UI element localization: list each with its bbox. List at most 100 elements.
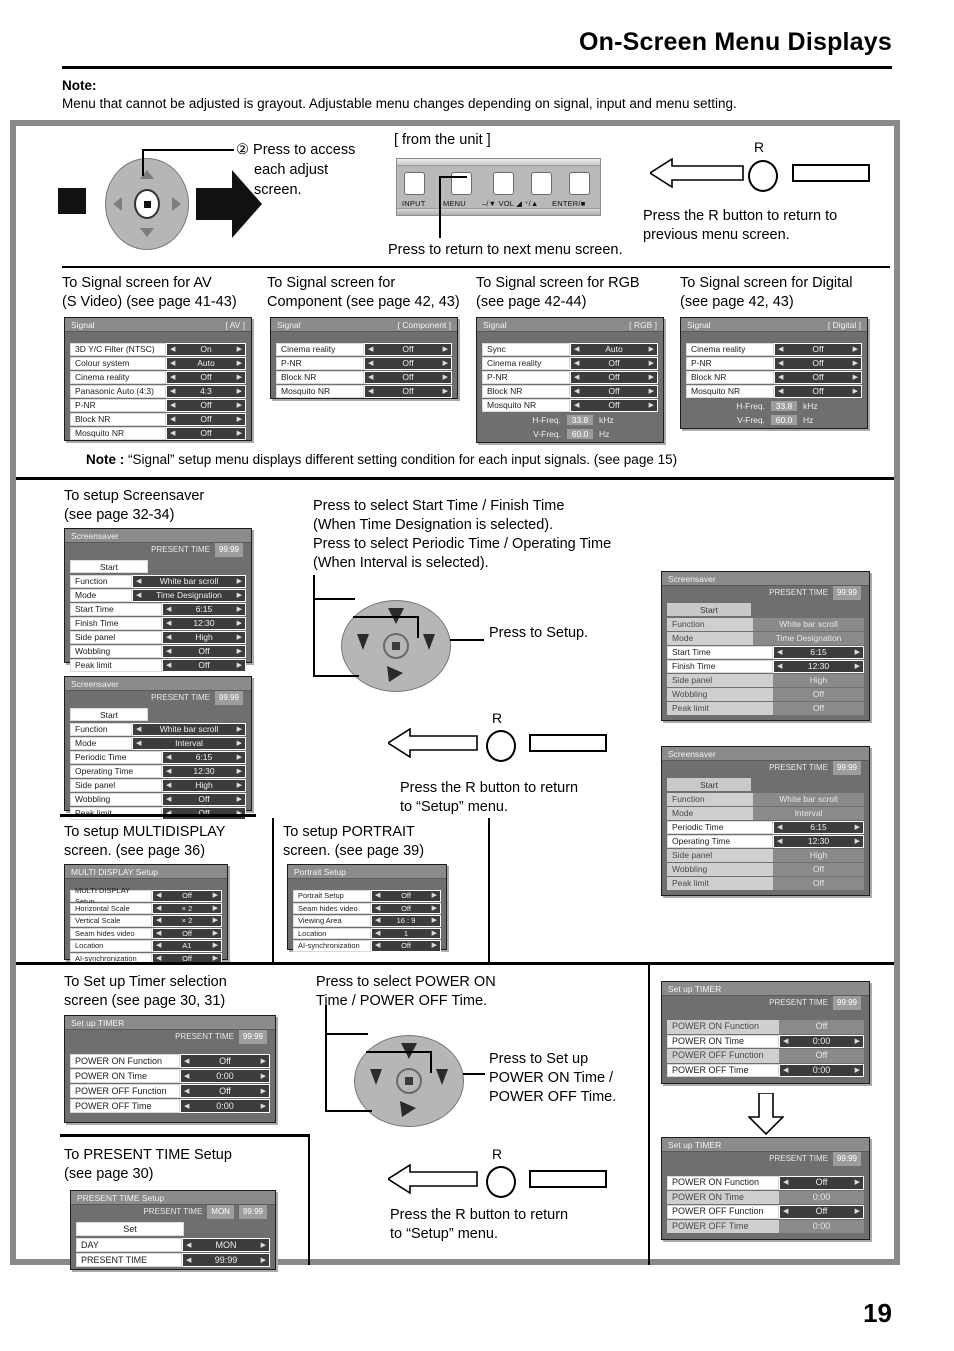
- remote-joypad-screensaver[interactable]: [341, 600, 451, 692]
- left-arrow-icon[interactable]: ◀: [368, 386, 373, 397]
- start-button[interactable]: Start: [70, 560, 148, 573]
- left-arrow-icon[interactable]: ◀: [368, 372, 373, 383]
- osd-row[interactable]: Periodic Time ◀ 6:15 ▶: [70, 751, 246, 764]
- osd-row-value[interactable]: ◀Off▶: [570, 385, 658, 398]
- right-arrow-icon[interactable]: ▶: [237, 576, 242, 587]
- osd-row[interactable]: AI-synchronization ◀ Off ▶: [293, 940, 441, 952]
- right-arrow-icon[interactable]: ▶: [237, 414, 242, 425]
- right-arrow-icon[interactable]: ▶: [855, 1065, 860, 1076]
- osd-row-value[interactable]: ◀Off▶: [570, 371, 658, 384]
- left-arrow-icon[interactable]: ◀: [777, 836, 782, 847]
- osd-signal-digital[interactable]: Signal [ Digital ] Cinema reality ◀ Off ▶ P…: [680, 317, 868, 429]
- osd-row-value[interactable]: ◀Off▶: [570, 399, 658, 412]
- osd-row[interactable]: POWER ON Time ◀ 0:00 ▶: [667, 1034, 864, 1048]
- right-arrow-icon[interactable]: ▶: [443, 386, 448, 397]
- joypad-enter-button[interactable]: [396, 1068, 422, 1094]
- osd-row-value[interactable]: ◀Off▶: [166, 371, 246, 384]
- left-arrow-icon[interactable]: ◀: [156, 890, 161, 901]
- osd-row[interactable]: POWER ON Function ◀ Off ▶: [667, 1176, 864, 1190]
- osd-row-value[interactable]: ◀ A1 ▶: [152, 940, 222, 952]
- start-button[interactable]: Start: [70, 708, 148, 721]
- r-button[interactable]: [486, 730, 516, 762]
- right-arrow-icon[interactable]: ▶: [237, 780, 242, 791]
- osd-row-value[interactable]: ◀Off▶: [166, 427, 246, 440]
- left-arrow-icon[interactable]: ◀: [777, 661, 782, 672]
- right-arrow-icon[interactable]: ▶: [237, 632, 242, 643]
- osd-set-row[interactable]: Set: [76, 1222, 270, 1236]
- right-arrow-icon[interactable]: ▶: [237, 618, 242, 629]
- osd-row[interactable]: Seam hides video ◀ Off ▶: [70, 927, 222, 939]
- osd-row[interactable]: Function ◀ White bar scroll ▶: [70, 723, 246, 736]
- osd-row-value[interactable]: ◀Off▶: [162, 659, 246, 672]
- osd-row[interactable]: Portrait Setup ◀ Off ▶: [293, 890, 441, 902]
- osd-screensaver-interval-focused[interactable]: Screensaver PRESENT TIME 99:99 Start Fun…: [661, 746, 870, 896]
- osd-row-value[interactable]: ◀ 12:30 ▶: [773, 660, 864, 673]
- osd-row[interactable]: Wobbling ◀ Off ▶: [70, 645, 246, 658]
- osd-row[interactable]: Block NR ◀ Off ▶: [686, 371, 862, 384]
- right-arrow-icon[interactable]: ▶: [237, 604, 242, 615]
- osd-row-value[interactable]: ◀Off▶: [152, 927, 222, 939]
- left-arrow-icon[interactable]: ◀: [783, 1177, 788, 1188]
- osd-setup-timer-time-focused[interactable]: Set up TIMER PRESENT TIME 99:99 POWER ON…: [661, 981, 870, 1084]
- osd-row[interactable]: Seam hides video ◀ Off ▶: [293, 902, 441, 914]
- osd-row[interactable]: Block NR ◀ Off ▶: [276, 371, 452, 384]
- left-arrow-icon[interactable]: ◀: [170, 428, 175, 439]
- right-arrow-icon[interactable]: ▶: [237, 372, 242, 383]
- right-arrow-icon[interactable]: ▶: [649, 386, 654, 397]
- osd-row[interactable]: Wobbling ◀ Off ▶: [70, 793, 246, 806]
- osd-row[interactable]: Finish Time ◀ 12:30 ▶: [667, 660, 864, 673]
- right-arrow-icon[interactable]: ▶: [237, 646, 242, 657]
- set-button[interactable]: Set: [76, 1222, 184, 1236]
- left-arrow-icon[interactable]: ◀: [166, 618, 171, 629]
- left-arrow-icon[interactable]: ◀: [166, 632, 171, 643]
- joypad-enter-button[interactable]: [383, 633, 409, 659]
- osd-row[interactable]: Vertical Scale ◀ × 2 ▶: [70, 915, 222, 927]
- right-arrow-icon[interactable]: ▶: [432, 928, 437, 939]
- left-arrow-icon[interactable]: ◀: [783, 1065, 788, 1076]
- osd-row[interactable]: POWER ON Function ◀ Off ▶: [70, 1054, 270, 1068]
- osd-row-value[interactable]: ◀ 0:00 ▶: [779, 1034, 864, 1048]
- unit-vol-down-button[interactable]: [493, 172, 514, 195]
- osd-row[interactable]: Periodic Time ◀ 6:15 ▶: [667, 821, 864, 834]
- left-arrow-icon[interactable]: ◀: [170, 372, 175, 383]
- left-arrow-icon[interactable]: ◀: [375, 903, 380, 914]
- right-arrow-icon[interactable]: ▶: [432, 940, 437, 951]
- left-arrow-icon[interactable]: ◀: [156, 940, 161, 951]
- osd-row[interactable]: Location ◀ 1 ▶: [293, 927, 441, 939]
- left-arrow-icon[interactable]: ◀: [136, 738, 141, 749]
- left-arrow-icon[interactable]: ◀: [170, 400, 175, 411]
- osd-row-value[interactable]: ◀ 6:15 ▶: [773, 821, 864, 834]
- osd-row-value[interactable]: ◀ 4:3 ▶: [166, 385, 246, 398]
- right-arrow-icon[interactable]: ▶: [237, 344, 242, 355]
- osd-row-value[interactable]: ◀ 99:99 ▶: [182, 1253, 270, 1267]
- osd-row-value[interactable]: ◀ 12:30 ▶: [162, 617, 246, 630]
- joypad-left-icon[interactable]: [113, 197, 122, 211]
- osd-screensaver-time-designation-focused[interactable]: Screensaver PRESENT TIME 99:99 Start Fun…: [661, 571, 870, 721]
- right-arrow-icon[interactable]: ▶: [649, 372, 654, 383]
- right-arrow-icon[interactable]: ▶: [237, 428, 242, 439]
- left-arrow-icon[interactable]: ◀: [777, 822, 782, 833]
- left-arrow-icon[interactable]: ◀: [170, 344, 175, 355]
- osd-row-value[interactable]: ◀ 6:15 ▶: [773, 646, 864, 659]
- remote-joypad-top[interactable]: [105, 158, 189, 250]
- left-arrow-icon[interactable]: ◀: [368, 344, 373, 355]
- osd-row[interactable]: Panasonic Auto (4:3) ◀ 4:3 ▶: [70, 385, 246, 398]
- osd-row[interactable]: Cinema reality ◀ Off ▶: [686, 343, 862, 356]
- osd-row-value[interactable]: ◀ Auto ▶: [166, 357, 246, 370]
- left-arrow-icon[interactable]: ◀: [136, 590, 141, 601]
- remote-joypad-timer[interactable]: [354, 1035, 464, 1127]
- right-arrow-icon[interactable]: ▶: [853, 372, 858, 383]
- osd-portrait-setup[interactable]: Portrait Setup Portrait Setup ◀ Off ▶ Seam …: [287, 864, 447, 952]
- left-arrow-icon[interactable]: ◀: [156, 903, 161, 914]
- left-arrow-icon[interactable]: ◀: [136, 724, 141, 735]
- left-arrow-icon[interactable]: ◀: [186, 1255, 191, 1266]
- osd-row[interactable]: Side panel ◀ High ▶: [70, 631, 246, 644]
- r-button[interactable]: [486, 1166, 516, 1198]
- osd-row[interactable]: POWER OFF Function ◀ Off ▶: [667, 1205, 864, 1219]
- osd-signal-rgb[interactable]: Signal [ RGB ] Sync ◀ Auto ▶ Cinema reality…: [476, 317, 664, 443]
- right-arrow-icon[interactable]: ▶: [213, 940, 218, 951]
- osd-start-row[interactable]: Start: [667, 778, 864, 791]
- osd-row[interactable]: Cinema reality ◀ Off ▶: [70, 371, 246, 384]
- left-arrow-icon[interactable]: ◀: [783, 1036, 788, 1047]
- right-arrow-icon[interactable]: ▶: [855, 647, 860, 658]
